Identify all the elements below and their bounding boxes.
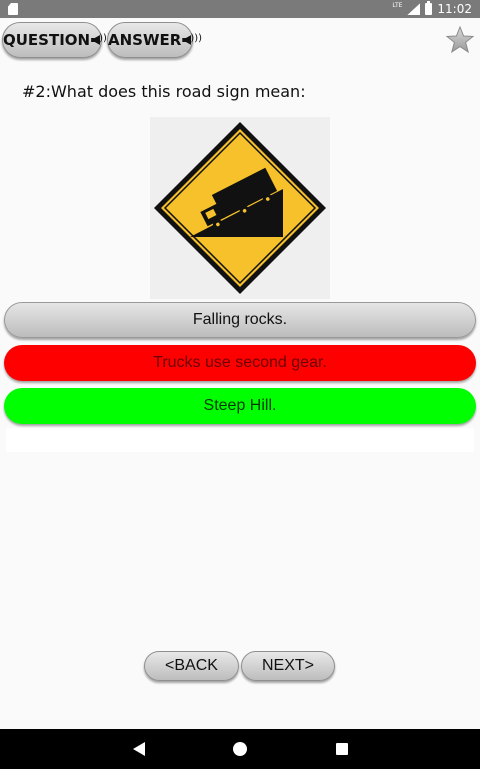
answer-option-2[interactable]: Trucks use second gear.: [4, 345, 476, 381]
system-navigation-bar: [0, 729, 480, 769]
question-audio-button[interactable]: QUESTION ))): [2, 22, 111, 58]
steep-hill-sign-icon: [154, 122, 326, 294]
star-icon[interactable]: [446, 26, 474, 54]
road-sign-image: [150, 117, 330, 299]
triangle-back-icon[interactable]: [133, 742, 145, 756]
speaker-icon: ))): [182, 33, 202, 46]
back-button[interactable]: <BACK: [144, 651, 239, 681]
network-type-label: LTE: [392, 2, 403, 9]
question-button-label: QUESTION: [3, 31, 91, 49]
status-indicators: LTE 11:02: [392, 1, 472, 17]
square-recents-icon[interactable]: [336, 743, 348, 755]
status-bar: LTE 11:02: [0, 0, 480, 18]
answer-audio-button[interactable]: ANSWER ))): [107, 22, 202, 58]
answer-button-label: ANSWER: [108, 31, 182, 49]
battery-icon: [425, 1, 433, 15]
status-time: 11:02: [437, 2, 472, 16]
answer-option-1[interactable]: Falling rocks.: [4, 302, 476, 338]
sd-card-icon: [8, 3, 18, 15]
next-button[interactable]: NEXT>: [241, 651, 335, 681]
speaker-icon: ))): [91, 33, 111, 46]
answer-spacer: [6, 428, 474, 452]
answer-option-3[interactable]: Steep Hill.: [4, 388, 476, 424]
question-text: #2:What does this road sign mean:: [22, 82, 306, 101]
circle-home-icon[interactable]: [233, 742, 247, 756]
signal-icon: [407, 3, 421, 15]
